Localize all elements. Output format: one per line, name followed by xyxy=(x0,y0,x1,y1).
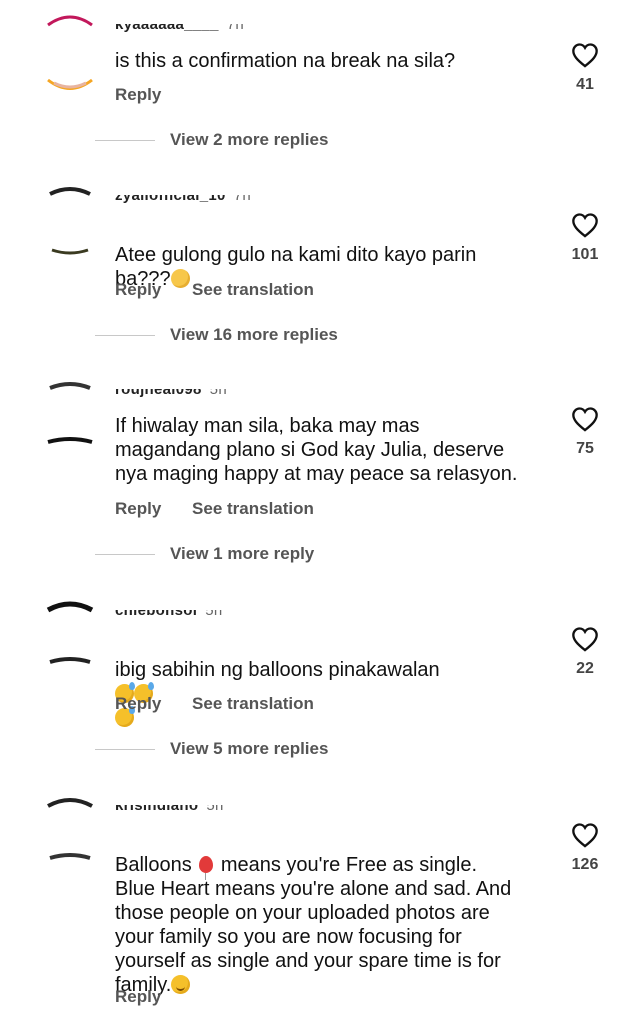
avatar[interactable] xyxy=(40,796,100,866)
heart-outline-icon xyxy=(572,213,598,238)
like-button[interactable]: 126 xyxy=(565,822,605,874)
divider xyxy=(95,334,155,336)
reply-button[interactable]: Reply xyxy=(115,85,161,104)
comment-actions: Reply xyxy=(115,987,187,1007)
heart-outline-icon xyxy=(572,407,598,432)
comment-actions: Reply See translation xyxy=(115,694,340,714)
comment-text: Balloons means you're Free as single. Bl… xyxy=(115,854,512,996)
see-translation-button[interactable]: See translation xyxy=(192,694,314,713)
reply-button[interactable]: Reply xyxy=(115,280,161,299)
red-balloon-icon xyxy=(199,856,214,880)
view-replies[interactable]: View 1 more reply xyxy=(95,544,314,564)
view-replies-label[interactable]: View 1 more reply xyxy=(170,544,314,564)
avatar-ring-icon xyxy=(47,15,93,90)
avatar[interactable] xyxy=(40,380,100,455)
avatar-image-icon xyxy=(47,798,93,860)
avatar[interactable] xyxy=(40,5,100,95)
username[interactable]: chiebonsol 5h xyxy=(115,610,222,622)
like-count: 22 xyxy=(576,660,594,677)
like-button[interactable]: 101 xyxy=(565,212,605,264)
like-button[interactable]: 41 xyxy=(565,42,605,94)
like-button[interactable]: 75 xyxy=(565,406,605,458)
comment-text: ibig sabihin ng balloons pinakawalan xyxy=(115,634,515,730)
divider xyxy=(95,748,155,750)
see-translation-button[interactable]: See translation xyxy=(192,499,314,518)
divider xyxy=(95,139,155,141)
divider xyxy=(95,553,155,555)
like-count: 41 xyxy=(576,76,594,93)
heart-outline-icon xyxy=(572,43,598,68)
see-translation-button[interactable]: See translation xyxy=(192,280,314,299)
view-replies[interactable]: View 16 more replies xyxy=(95,325,338,345)
avatar-image-icon xyxy=(49,187,91,255)
like-count: 126 xyxy=(571,856,599,873)
like-count: 75 xyxy=(576,440,594,457)
avatar[interactable] xyxy=(40,600,100,670)
view-replies-label[interactable]: View 2 more replies xyxy=(170,130,328,150)
avatar-image-icon xyxy=(47,382,93,444)
view-replies-label[interactable]: View 16 more replies xyxy=(170,325,338,345)
username[interactable]: krisindiano 5h xyxy=(115,805,224,817)
username[interactable]: kyaaaaaa____ 7h xyxy=(115,24,244,36)
like-count: 101 xyxy=(571,246,599,263)
comment-actions: Reply xyxy=(115,85,187,105)
heart-outline-icon xyxy=(572,823,598,848)
comment-actions: Reply See translation xyxy=(115,499,340,519)
comment-text: is this a confirmation na break na sila? xyxy=(115,50,456,72)
username[interactable]: zyaliofficial_10 7h xyxy=(115,195,251,207)
username[interactable]: roujheal098 5h xyxy=(115,389,227,401)
view-replies[interactable]: View 2 more replies xyxy=(95,130,328,150)
view-replies[interactable]: View 5 more replies xyxy=(95,739,328,759)
heart-outline-icon xyxy=(572,627,598,652)
comment-actions: Reply See translation xyxy=(115,280,340,300)
view-replies-label[interactable]: View 5 more replies xyxy=(170,739,328,759)
reply-button[interactable]: Reply xyxy=(115,694,161,713)
avatar-image-icon xyxy=(46,601,94,664)
like-button[interactable]: 22 xyxy=(565,626,605,678)
reply-button[interactable]: Reply xyxy=(115,987,161,1006)
avatar[interactable] xyxy=(40,186,100,266)
comment-text: If hiwalay man sila, baka may mas magand… xyxy=(115,415,518,485)
reply-button[interactable]: Reply xyxy=(115,499,161,518)
